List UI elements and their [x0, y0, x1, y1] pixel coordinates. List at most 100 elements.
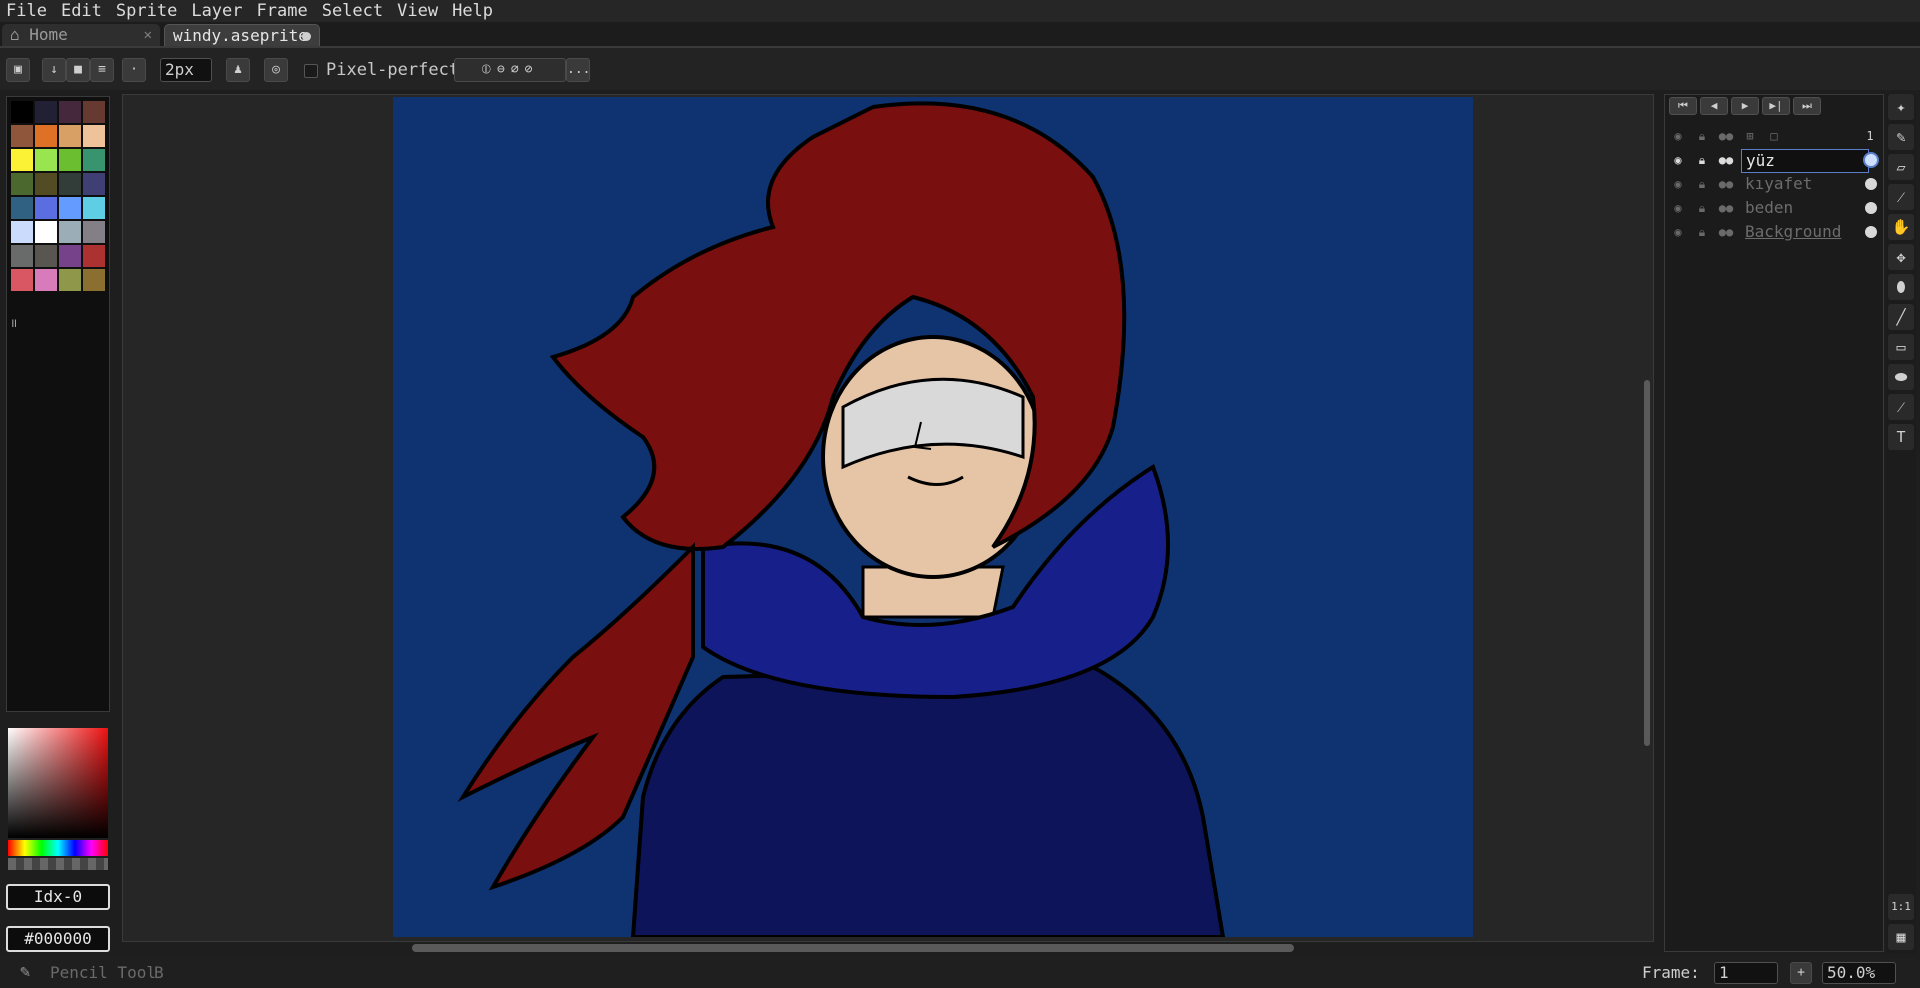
palette-swatch[interactable]	[83, 149, 105, 171]
cel-dot-icon[interactable]	[1865, 178, 1877, 190]
palette-swatch[interactable]	[59, 245, 81, 267]
magic-wand-icon[interactable]: ✦	[1888, 94, 1914, 120]
continuous-icon[interactable]: ●●	[1717, 197, 1735, 219]
palette-swatch[interactable]	[59, 125, 81, 147]
vertical-scrollbar[interactable]	[1644, 380, 1650, 746]
palette-swatch[interactable]	[11, 101, 33, 123]
text-icon[interactable]: T	[1888, 424, 1914, 450]
layer-name[interactable]: yüz	[1741, 149, 1869, 173]
layer-row[interactable]: ◉ 🔒︎ ●● Background	[1665, 221, 1883, 243]
palette-swatch[interactable]	[11, 221, 33, 243]
line-icon[interactable]: ╱	[1888, 304, 1914, 330]
menu-layer[interactable]: Layer	[184, 0, 249, 22]
paint-bucket-icon[interactable]: ⬮	[1888, 274, 1914, 300]
next-frame-icon[interactable]: ▶|	[1762, 97, 1790, 115]
contour-icon[interactable]: ⬬	[1888, 364, 1914, 390]
menu-file[interactable]: File	[0, 0, 54, 22]
rectangle-icon[interactable]: ▭	[1888, 334, 1914, 360]
palette-resize-handle[interactable]: ॥	[10, 314, 17, 331]
color-index-label[interactable]: Idx-0	[6, 884, 110, 910]
alpha-slider[interactable]	[8, 858, 108, 870]
zoom-input[interactable]: 50.0%	[1822, 962, 1896, 984]
new-layer-icon[interactable]: □	[1765, 125, 1783, 147]
continuous-icon[interactable]: ●●	[1717, 173, 1735, 195]
sprite-canvas[interactable]	[393, 97, 1473, 939]
opacity-icon[interactable]: ◎	[264, 58, 288, 82]
play-icon[interactable]: ▶	[1731, 97, 1759, 115]
palette-swatch[interactable]	[11, 245, 33, 267]
brush-size-input[interactable]: 2px	[160, 58, 212, 82]
palette-swatch[interactable]	[11, 125, 33, 147]
palette-swatch[interactable]	[35, 173, 57, 195]
palette-swatch[interactable]	[11, 149, 33, 171]
palette-swatch[interactable]	[11, 269, 33, 291]
cel-dot-icon[interactable]	[1865, 226, 1877, 238]
frame-header[interactable]: 1	[1861, 125, 1879, 147]
grid-icon[interactable]: ▦	[1888, 924, 1914, 950]
symmetry-both-icon[interactable]: ∅	[511, 62, 525, 77]
palette-swatch[interactable]	[59, 197, 81, 219]
palette-swatch[interactable]	[35, 101, 57, 123]
blur-icon[interactable]: ⁄	[1888, 394, 1914, 420]
palette-swatch[interactable]	[35, 245, 57, 267]
palette-swatch[interactable]	[11, 197, 33, 219]
eraser-icon[interactable]: ▱	[1888, 154, 1914, 180]
menu-sprite[interactable]: Sprite	[109, 0, 184, 22]
palette-swatch[interactable]	[83, 245, 105, 267]
palette-swatch[interactable]	[35, 221, 57, 243]
visibility-eye-icon[interactable]: ◉	[1669, 197, 1687, 219]
menu-select[interactable]: Select	[315, 0, 390, 22]
hue-slider[interactable]	[8, 840, 108, 856]
visibility-eye-icon[interactable]: ◉	[1669, 173, 1687, 195]
add-frame-icon[interactable]: +	[1790, 962, 1812, 984]
lock-header-icon[interactable]: 🔒︎	[1693, 125, 1711, 147]
close-icon[interactable]: ✕	[144, 24, 152, 46]
layer-name[interactable]: beden	[1741, 197, 1869, 219]
symmetry-vertical-icon[interactable]: ⦶	[482, 62, 497, 77]
menu-frame[interactable]: Frame	[250, 0, 315, 22]
palette-swatch[interactable]	[59, 221, 81, 243]
palette-swatch[interactable]	[35, 269, 57, 291]
brush-type-down-icon[interactable]: ↓	[42, 58, 66, 82]
color-saturation-field[interactable]	[8, 728, 108, 838]
palette-swatch[interactable]	[35, 197, 57, 219]
move-icon[interactable]: ✥	[1888, 244, 1914, 270]
pixel-perfect-checkbox[interactable]	[304, 64, 318, 78]
continuous-header-icon[interactable]: ●●	[1717, 125, 1735, 147]
layer-row[interactable]: ◉ 🔒︎ ●● kıyafet	[1665, 173, 1883, 195]
layer-tree-icon[interactable]: ⊞	[1741, 125, 1759, 147]
palette-swatch[interactable]	[59, 173, 81, 195]
tab-windy-aseprite[interactable]: windy.aseprite	[164, 24, 320, 46]
lock-icon[interactable]: 🔒︎	[1693, 197, 1711, 219]
cel-dot-icon[interactable]	[1865, 154, 1877, 166]
lock-icon[interactable]: ▣	[6, 58, 30, 82]
palette-swatch[interactable]	[83, 221, 105, 243]
ink-icon[interactable]: ♟	[226, 58, 250, 82]
layer-name[interactable]: Background	[1741, 221, 1869, 243]
palette-swatch[interactable]	[83, 173, 105, 195]
more-options-button[interactable]: ...	[566, 58, 590, 82]
eyedropper-icon[interactable]: ⁄	[1888, 184, 1914, 210]
unsaved-dot-icon[interactable]	[302, 32, 311, 41]
layer-name[interactable]: kıyafet	[1741, 173, 1869, 195]
palette-swatch[interactable]	[11, 173, 33, 195]
horizontal-scrollbar[interactable]	[412, 944, 1294, 952]
lock-icon[interactable]: 🔒︎	[1693, 149, 1711, 171]
palette-swatch[interactable]	[59, 269, 81, 291]
previous-frame-icon[interactable]: ◀	[1700, 97, 1728, 115]
symmetry-off-icon[interactable]: ⊘	[525, 62, 539, 77]
layer-row[interactable]: ◉ 🔒︎ ●● beden	[1665, 197, 1883, 219]
color-hex-input[interactable]: #000000	[6, 926, 110, 952]
cel-dot-icon[interactable]	[1865, 202, 1877, 214]
visibility-header-icon[interactable]: ◉	[1669, 125, 1687, 147]
palette-swatch[interactable]	[59, 149, 81, 171]
brush-lines-icon[interactable]: ≡	[90, 58, 114, 82]
last-frame-icon[interactable]: ⏭	[1793, 97, 1821, 115]
lock-icon[interactable]: 🔒︎	[1693, 221, 1711, 243]
palette-swatch[interactable]	[59, 101, 81, 123]
visibility-eye-icon[interactable]: ◉	[1669, 221, 1687, 243]
palette-swatch[interactable]	[83, 125, 105, 147]
canvas-area[interactable]	[122, 94, 1654, 942]
tab-home[interactable]: ⌂ Home ✕	[2, 24, 160, 46]
menu-view[interactable]: View	[390, 0, 445, 22]
